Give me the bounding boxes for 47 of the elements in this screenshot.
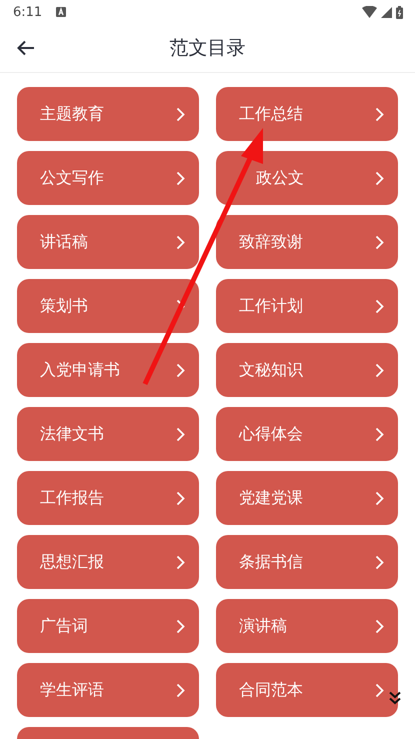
chevron-right-icon bbox=[375, 106, 384, 122]
category-button[interactable]: 文秘知识 bbox=[216, 343, 398, 397]
category-button[interactable]: 工作总结 bbox=[216, 87, 398, 141]
category-button[interactable]: 心得体会 bbox=[216, 407, 398, 461]
signal-icon bbox=[381, 6, 392, 18]
chevron-right-icon bbox=[176, 106, 185, 122]
category-button[interactable]: 讲话稿 bbox=[17, 215, 199, 269]
chevron-right-icon bbox=[375, 490, 384, 506]
category-button[interactable]: 工作报告 bbox=[17, 471, 199, 525]
category-button[interactable]: 演讲稿 bbox=[216, 599, 398, 653]
chevron-right-icon bbox=[375, 362, 384, 378]
chevron-right-icon bbox=[176, 682, 185, 698]
chevron-right-icon bbox=[176, 170, 185, 186]
chevron-right-icon bbox=[176, 490, 185, 506]
back-icon[interactable] bbox=[17, 40, 35, 56]
category-button[interactable]: 主题教育 bbox=[17, 87, 199, 141]
category-button[interactable]: 条据书信 bbox=[216, 535, 398, 589]
category-button[interactable]: 广告词 bbox=[17, 599, 199, 653]
double-chevron-down-icon[interactable] bbox=[389, 691, 401, 705]
chevron-right-icon bbox=[176, 362, 185, 378]
category-button[interactable]: 思想汇报 bbox=[17, 535, 199, 589]
chevron-right-icon bbox=[176, 234, 185, 250]
chevron-right-icon bbox=[375, 618, 384, 634]
category-button[interactable]: 工作计划 bbox=[216, 279, 398, 333]
category-button[interactable]: 政公文 bbox=[216, 151, 398, 205]
category-button[interactable]: 入党申请书 bbox=[17, 343, 199, 397]
chevron-right-icon bbox=[375, 682, 384, 698]
chevron-right-icon bbox=[176, 554, 185, 570]
chevron-right-icon bbox=[375, 426, 384, 442]
status-time: 6:11 bbox=[13, 4, 42, 20]
category-button[interactable]: 策划书 bbox=[17, 279, 199, 333]
chevron-right-icon bbox=[176, 426, 185, 442]
category-button[interactable]: 党建党课 bbox=[216, 471, 398, 525]
notification-icon bbox=[56, 7, 66, 17]
wifi-icon bbox=[362, 6, 377, 18]
category-button[interactable]: 法律文书 bbox=[17, 407, 199, 461]
chevron-right-icon bbox=[375, 234, 384, 250]
category-button[interactable]: 学生评语 bbox=[17, 663, 199, 717]
chevron-right-icon bbox=[375, 298, 384, 314]
page-title: 范文目录 bbox=[170, 36, 246, 61]
category-button[interactable]: 致辞致谢 bbox=[216, 215, 398, 269]
battery-icon bbox=[396, 6, 403, 18]
chevron-right-icon bbox=[176, 618, 185, 634]
chevron-right-icon bbox=[375, 170, 384, 186]
category-button[interactable]: 合同范本 bbox=[216, 663, 398, 717]
category-button[interactable]: 公文写作 bbox=[17, 151, 199, 205]
chevron-right-icon bbox=[375, 554, 384, 570]
